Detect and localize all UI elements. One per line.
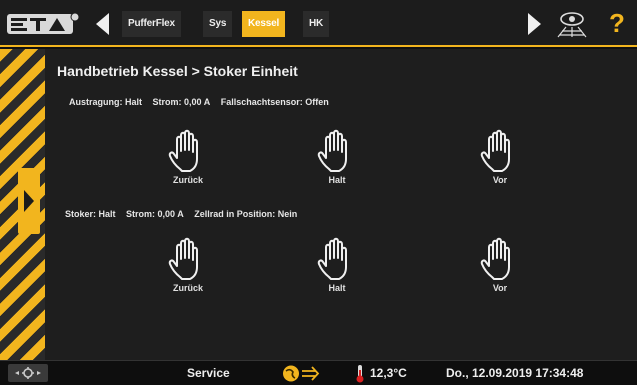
hand-icon (317, 237, 347, 280)
next-tab-button[interactable] (519, 9, 549, 39)
eye-network-icon (557, 12, 587, 38)
page-title: Handbetrieb Kessel > Stoker Einheit (57, 63, 298, 79)
right-arrow-icon (528, 13, 541, 35)
hand-icon (480, 237, 510, 280)
outdoor-temperature: 12,3°C (370, 366, 407, 380)
main-panel: Handbetrieb Kessel > Stoker Einheit Aust… (45, 49, 637, 360)
austragung-state: Austragung: Halt (69, 97, 142, 107)
tab-sys[interactable]: Sys (203, 11, 233, 37)
austragung-stop-button[interactable]: Halt (302, 129, 372, 191)
button-label: Halt (328, 283, 346, 293)
stoker-back-button[interactable]: Zurück (153, 237, 223, 299)
eta-logo (7, 11, 81, 37)
austragung-forward-button[interactable]: Vor (465, 129, 535, 191)
date-time: Do., 12.09.2019 17:34:48 (446, 366, 584, 380)
bottom-bar: Service 12,3°C Do., 12.09.2019 17:34:48 (0, 360, 637, 385)
austragung-current: Strom: 0,00 A (152, 97, 211, 107)
thermometer-icon (355, 364, 365, 383)
austragung-status-line: Austragung: Halt Strom: 0,00 A Fallschac… (69, 97, 337, 107)
hand-icon (168, 129, 198, 172)
top-bar: PufferFlex Sys Kessel HK ? (0, 0, 637, 47)
network-view-button[interactable] (552, 9, 592, 39)
tab-pufferflex[interactable]: PufferFlex (122, 11, 181, 37)
tab-kessel[interactable]: Kessel (242, 11, 286, 37)
side-panel-toggle[interactable] (18, 168, 40, 234)
right-arrow-icon (24, 190, 34, 212)
help-button[interactable]: ? (602, 6, 632, 40)
settings-icon (15, 367, 41, 379)
settings-button[interactable] (8, 364, 48, 382)
hand-icon (168, 237, 198, 280)
previous-tab-button[interactable] (88, 9, 118, 39)
globe-arrow-icon[interactable] (282, 364, 326, 383)
stoker-status-line: Stoker: Halt Strom: 0,00 A Zellrad in Po… (65, 209, 305, 219)
stoker-current: Strom: 0,00 A (126, 209, 184, 219)
stoker-stop-button[interactable]: Halt (302, 237, 372, 299)
hand-icon (317, 129, 347, 172)
stoker-forward-button[interactable]: Vor (465, 237, 535, 299)
button-label: Halt (328, 175, 346, 185)
mode-label: Service (187, 366, 230, 380)
hand-icon (480, 129, 510, 172)
tab-hk[interactable]: HK (303, 11, 330, 37)
fallschacht-sensor: Fallschachtsensor: Offen (220, 97, 329, 107)
button-label: Vor (492, 175, 508, 185)
stoker-state: Stoker: Halt (65, 209, 116, 219)
button-label: Zurück (172, 283, 203, 293)
button-label: Zurück (172, 175, 203, 185)
zellrad-position: Zellrad in Position: Nein (194, 209, 298, 219)
austragung-back-button[interactable]: Zurück (153, 129, 223, 191)
left-arrow-icon (96, 13, 109, 35)
button-label: Vor (492, 283, 508, 293)
